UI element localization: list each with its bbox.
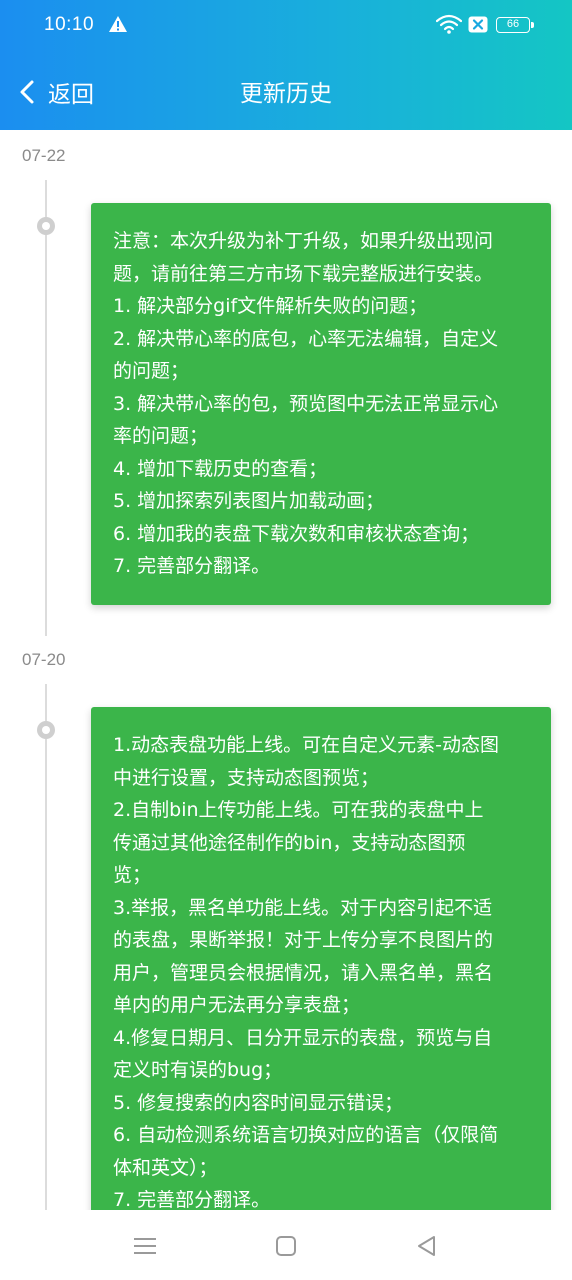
note-line: 7. 完善部分翻译。 [113, 555, 271, 577]
wifi-icon [436, 14, 462, 34]
note-line: 传通过其他途径制作的bin，支持动态图预 [113, 831, 466, 854]
header: 10:10 66 返回 更新历史 [0, 0, 572, 130]
timeline-line [45, 180, 47, 636]
menu-icon[interactable] [131, 1232, 159, 1260]
note-line: 览； [113, 864, 152, 886]
note-line: 1.动态表盘功能上线。可在自定义元素-动态图 [113, 734, 499, 756]
note-line: 率的问题； [113, 425, 209, 447]
warning-icon [109, 16, 127, 32]
note-line: 5. 修复搜索的内容时间显示错误； [113, 1091, 404, 1114]
note-line: 4.修复日期月、日分开显示的表盘，预览与自 [113, 1026, 493, 1049]
note-line: 定义时有误的bug； [113, 1059, 283, 1081]
note-line: 体和英文）； [113, 1156, 218, 1179]
update-history-list[interactable]: 07-22 注意：本次升级为补丁升级，如果升级出现问 题，请前往第三方市场下载完… [0, 130, 572, 1210]
note-line: 注意：本次升级为补丁升级，如果升级出现问 [113, 230, 494, 252]
back-triangle-icon[interactable] [413, 1232, 441, 1260]
battery-icon: 66 [496, 17, 534, 33]
home-icon[interactable] [272, 1232, 300, 1260]
system-navigation-bar [0, 1210, 572, 1280]
status-bar: 10:10 66 [0, 0, 572, 52]
note-line: 2. 解决带心率的底包，心率无法编辑，自定义 [113, 327, 499, 350]
note-line: 5. 增加探索列表图片加载动画； [113, 490, 385, 512]
note-line: 3. 解决带心率的包，预览图中无法正常显示心 [113, 392, 499, 415]
update-note-card: 注意：本次升级为补丁升级，如果升级出现问 题，请前往第三方市场下载完整版进行安装… [91, 203, 551, 605]
entry-date: 07-20 [22, 650, 66, 669]
note-line: 6. 增加我的表盘下载次数和审核状态查询； [113, 522, 480, 545]
note-line: 中进行设置，支持动态图预览； [113, 766, 380, 789]
note-line: 6. 自动检测系统语言切换对应的语言（仅限简 [113, 1124, 499, 1146]
app-screen: 10:10 66 返回 更新历史 07-22 注意：本次升级为补丁升级，如果升级… [0, 0, 572, 1280]
sim-icon [468, 16, 488, 33]
entry-date: 07-22 [22, 146, 66, 165]
note-line: 2.自制bin上传功能上线。可在我的表盘中上 [113, 799, 484, 821]
note-line: 7. 完善部分翻译。 [113, 1189, 271, 1210]
nav-bar: 返回 更新历史 [0, 52, 572, 130]
note-line: 4. 增加下载历史的查看； [113, 457, 328, 480]
note-line: 3.举报，黑名单功能上线。对于内容引起不适 [113, 896, 493, 919]
timeline-line [45, 684, 47, 1210]
note-line: 的表盘，果断举报！对于上传分享不良图片的 [113, 929, 494, 951]
page-title: 更新历史 [240, 81, 332, 107]
note-line: 的问题； [113, 360, 190, 382]
timeline-dot [37, 721, 55, 739]
note-line: 题，请前往第三方市场下载完整版进行安装。 [113, 262, 494, 285]
note-line: 1. 解决部分gif文件解析失败的问题； [113, 295, 428, 317]
timeline-dot [37, 217, 55, 235]
update-note-card: 1.动态表盘功能上线。可在自定义元素-动态图 中进行设置，支持动态图预览； 2.… [91, 707, 551, 1210]
status-time: 10:10 [44, 14, 95, 35]
note-line: 用户，管理员会根据情况，请入黑名单，黑名 [113, 961, 494, 984]
note-line: 单内的用户无法再分享表盘； [113, 994, 361, 1016]
